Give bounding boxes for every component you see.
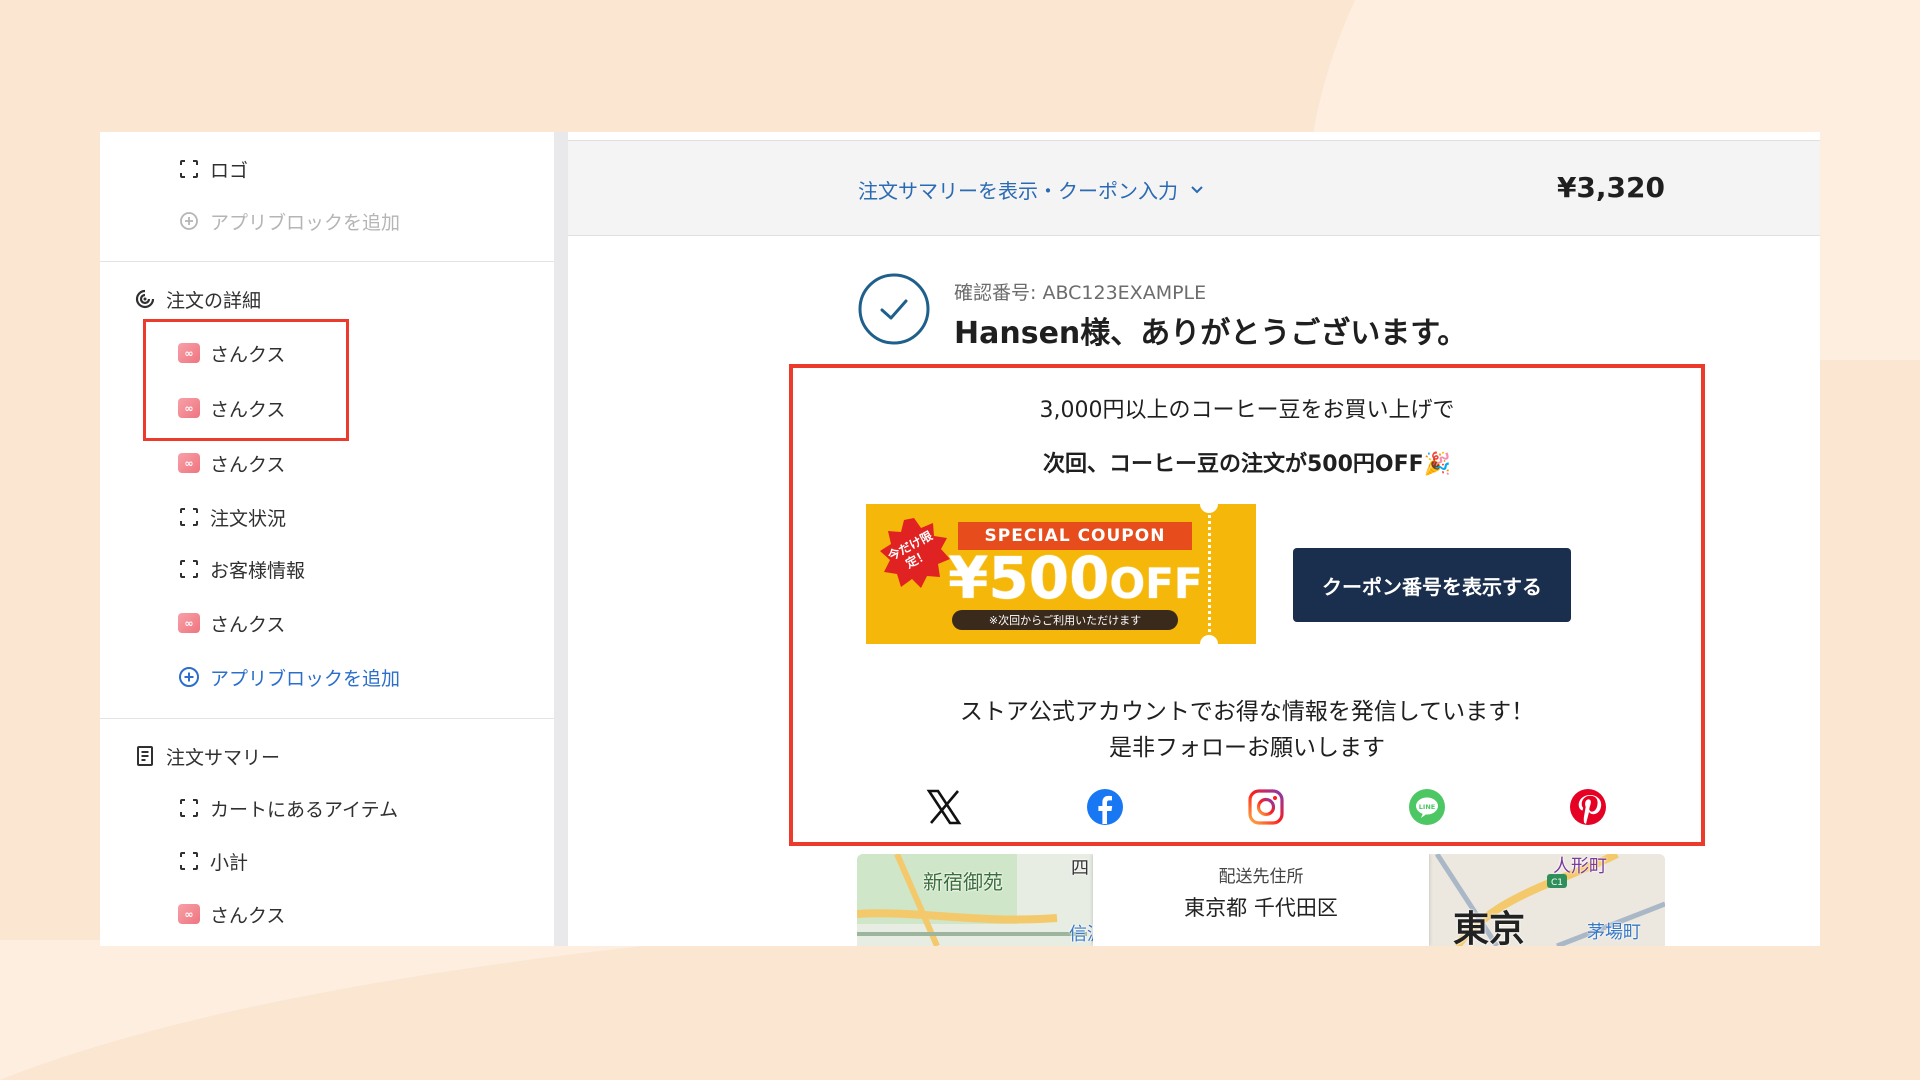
checkout-preview: 注文サマリーを表示・クーポン入力 ¥3,320 確認番号: ABC123EXAM…	[568, 132, 1820, 946]
sidebar-item-cart-items[interactable]: カートにあるアイテム	[178, 793, 398, 823]
app-icon: ∞	[178, 398, 200, 418]
delivery-map[interactable]: C1 新宿御苑 四 信濃町 人形町 茅場町 東京 配送先住所 東京都 千代田区	[857, 854, 1665, 946]
app-icon: ∞	[178, 904, 200, 924]
sidebar-item-label: 小計	[210, 851, 249, 874]
address-label: 配送先住所	[1218, 867, 1304, 887]
checkmark-circle-icon	[857, 272, 931, 346]
coupon-perforation	[1208, 504, 1211, 644]
add-app-block-label: アプリブロックを追加	[210, 211, 401, 234]
sidebar-item-label: さんクス	[210, 904, 286, 927]
promo-condition-text: 3,000円以上のコーヒー豆をお買い上げで	[1039, 398, 1455, 423]
sidebar-item-label: お客様情報	[210, 559, 306, 582]
receipt-icon	[134, 745, 156, 767]
promo-block: 3,000円以上のコーヒー豆をお買い上げで 次回、コーヒー豆の注文が500円OF…	[789, 364, 1705, 846]
svg-text:LINE: LINE	[1419, 803, 1435, 811]
block-icon	[178, 158, 200, 180]
order-details-icon	[134, 288, 156, 310]
sidebar-item-order-status[interactable]: 注文状況	[178, 502, 286, 532]
sidebar-item-label: さんクス	[210, 613, 286, 636]
map-label-shinjuku-gyoen: 新宿御苑	[923, 870, 1003, 894]
sidebar-item-app-5[interactable]: ∞ さんクス	[178, 899, 285, 929]
sidebar-item-label: さんクス	[210, 343, 286, 366]
sidebar-item-label: ロゴ	[210, 159, 249, 182]
divider	[100, 261, 554, 262]
limited-time-badge: 今だけ限定！	[876, 516, 952, 592]
add-app-block-button-top[interactable]: アプリブロックを追加	[178, 206, 400, 236]
follow-request-text: 是非フォローお願いします	[1109, 735, 1385, 761]
app-icon: ∞	[178, 453, 200, 473]
section-order-summary[interactable]: 注文サマリー	[134, 741, 280, 771]
section-order-details[interactable]: 注文の詳細	[134, 284, 261, 314]
map-label-kayabacho: 茅場町	[1587, 922, 1641, 943]
sidebar-item-label: 注文状況	[210, 507, 287, 530]
address-card: 配送先住所 東京都 千代田区	[1093, 854, 1429, 946]
sidebar-item-customer-info[interactable]: お客様情報	[178, 554, 305, 584]
sidebar-item-app-1[interactable]: ∞ さんクス	[178, 338, 285, 368]
order-summary-toggle[interactable]: 注文サマリーを表示・クーポン入力	[858, 175, 1204, 204]
order-summary-bar: 注文サマリーを表示・クーポン入力 ¥3,320	[568, 140, 1820, 236]
coupon-off-text: OFF	[1109, 559, 1203, 608]
block-icon	[178, 797, 200, 819]
coupon-image: 今だけ限定！ SPECIAL COUPON ¥500OFF ※次回からご利用いた…	[866, 495, 1256, 653]
show-coupon-code-button[interactable]: クーポン番号を表示する	[1293, 548, 1571, 622]
panel-resize-handle[interactable]	[554, 132, 568, 946]
coupon-amount-value: ¥500	[948, 544, 1110, 612]
sidebar: ロゴ アプリブロックを追加 注文の詳細 ∞ さんクス ∞ さんクス ∞ さんクス	[100, 132, 554, 946]
block-icon	[178, 506, 200, 528]
plus-circle-icon	[178, 666, 200, 688]
chevron-down-icon	[1190, 180, 1204, 199]
pinterest-icon[interactable]	[1567, 786, 1609, 828]
special-coupon-label: SPECIAL COUPON	[984, 526, 1166, 546]
block-icon	[178, 558, 200, 580]
svg-text:C1: C1	[1551, 878, 1563, 888]
facebook-icon[interactable]	[1084, 786, 1126, 828]
add-app-block-button[interactable]: アプリブロックを追加	[178, 662, 400, 692]
order-total: ¥3,320	[1556, 171, 1665, 204]
x-icon[interactable]	[923, 786, 965, 828]
sidebar-item-label: さんクス	[210, 453, 286, 476]
coupon-amount: ¥500OFF	[948, 546, 1203, 616]
divider	[100, 718, 554, 719]
instagram-icon[interactable]	[1245, 786, 1287, 828]
sidebar-item-label: さんクス	[210, 398, 286, 421]
sidebar-item-app-2[interactable]: ∞ さんクス	[178, 393, 285, 423]
coupon-note: ※次回からご利用いただけます	[952, 610, 1178, 630]
sidebar-item-label: カートにあるアイテム	[210, 798, 399, 821]
thank-you-heading: Hansen様、ありがとうございます。	[954, 316, 1468, 351]
app-icon: ∞	[178, 613, 200, 633]
app-icon: ∞	[178, 343, 200, 363]
editor-frame: ロゴ アプリブロックを追加 注文の詳細 ∞ さんクス ∞ さんクス ∞ さんクス	[100, 132, 1820, 946]
confirmation-number: 確認番号: ABC123EXAMPLE	[954, 282, 1207, 304]
promo-offer-text: 次回、コーヒー豆の注文が500円OFF🎉	[1042, 452, 1452, 477]
address-value: 東京都 千代田区	[1184, 896, 1338, 920]
coupon-notch	[1200, 495, 1218, 513]
sidebar-item-app-4[interactable]: ∞ さんクス	[178, 608, 285, 638]
add-app-block-label: アプリブロックを追加	[210, 667, 401, 690]
map-label-ningyocho: 人形町	[1553, 856, 1607, 877]
map-label-yotsuya: 四	[1071, 858, 1089, 879]
sidebar-item-app-3[interactable]: ∞ さんクス	[178, 448, 285, 478]
map-label-tokyo: 東京	[1453, 909, 1526, 946]
section-title: 注文の詳細	[166, 289, 262, 312]
order-summary-toggle-label: 注文サマリーを表示・クーポン入力	[858, 179, 1178, 203]
sidebar-item-logo[interactable]: ロゴ	[178, 154, 248, 184]
line-icon[interactable]: LINE	[1406, 786, 1448, 828]
section-title: 注文サマリー	[166, 746, 281, 769]
block-icon	[178, 850, 200, 872]
follow-text: ストア公式アカウントでお得な情報を発信しています！	[959, 699, 1535, 725]
sidebar-item-subtotal[interactable]: 小計	[178, 846, 248, 876]
plus-circle-icon	[178, 210, 200, 232]
coupon-notch	[1200, 635, 1218, 653]
